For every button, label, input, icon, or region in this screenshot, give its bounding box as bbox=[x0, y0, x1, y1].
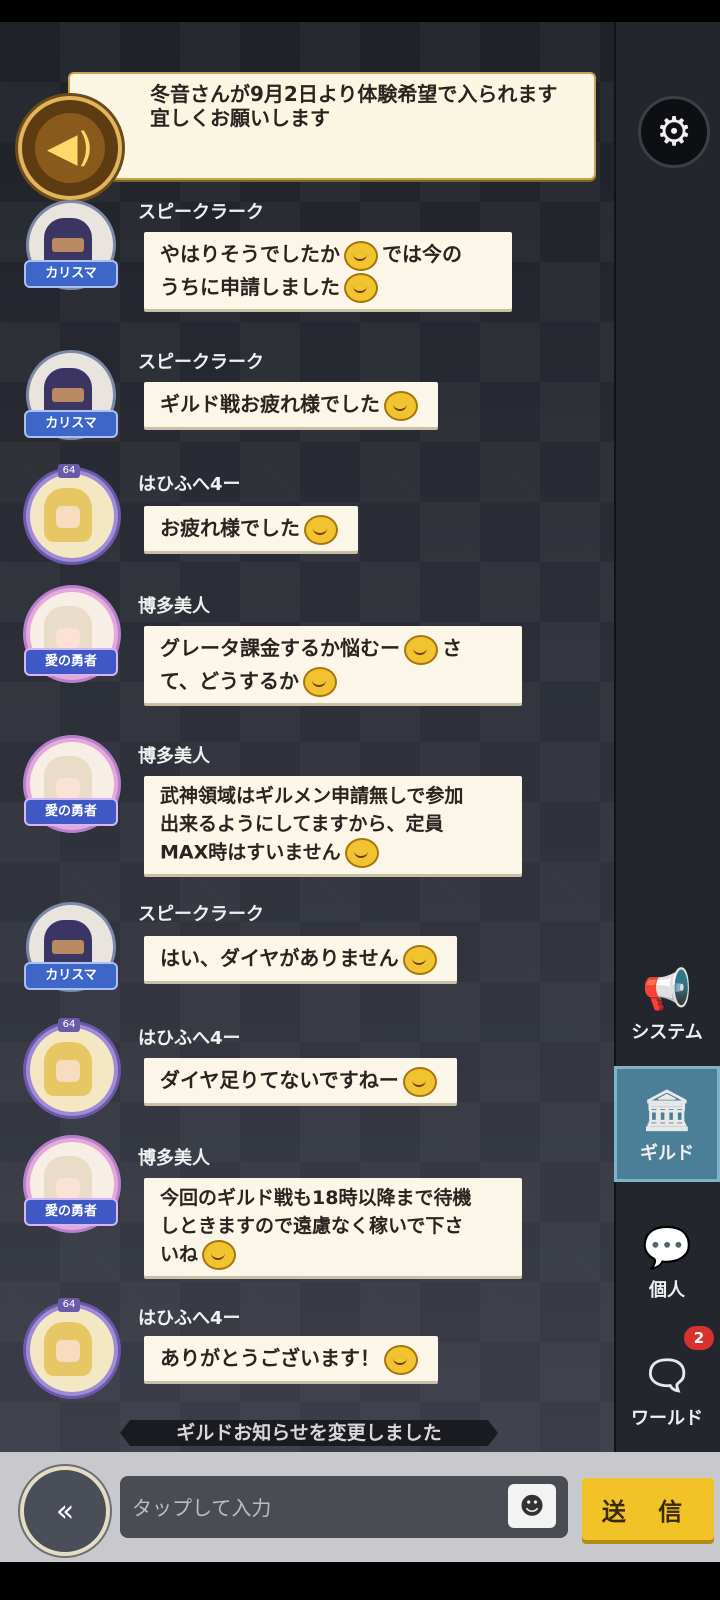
avatar[interactable]: 愛の勇者 bbox=[22, 1138, 118, 1230]
title-badge: 愛の勇者 bbox=[24, 1198, 118, 1226]
message-input[interactable] bbox=[130, 1486, 484, 1530]
message-bubble[interactable]: はい、ダイヤがありません bbox=[144, 936, 457, 981]
avatar-portrait bbox=[44, 1322, 92, 1376]
tab-label: ギルド bbox=[640, 1143, 694, 1164]
sender-name: 博多美人 bbox=[138, 746, 210, 767]
announcement-banner[interactable]: 冬音さんが9月2日より体験希望で入られます宜しくお願いします bbox=[68, 72, 596, 180]
avatar[interactable]: 64 bbox=[22, 1298, 118, 1396]
send-button[interactable]: 送 信 bbox=[582, 1478, 714, 1540]
message-bubble[interactable]: やはりそうでしたか では今の うちに申請しました bbox=[144, 232, 512, 309]
tab-label: システム bbox=[631, 1022, 703, 1043]
level-badge: 64 bbox=[58, 1018, 80, 1032]
message-bubble[interactable]: 武神領域はギルメン申請無しで参加 出来るようにしてますから、定員 MAX時はすい… bbox=[144, 776, 522, 874]
message-text: 出来るようにしてますから、定員 bbox=[160, 813, 444, 835]
dancing-emoji-icon bbox=[384, 390, 418, 421]
grinning-emoji-icon bbox=[304, 514, 338, 545]
laughing-emoji-icon bbox=[344, 273, 378, 303]
tab-label: ワールド bbox=[631, 1408, 703, 1429]
sender-name: はひふへ4ー bbox=[138, 1028, 241, 1049]
tab-label: 個人 bbox=[649, 1280, 685, 1301]
message-text: やはりそうでしたか bbox=[160, 242, 340, 266]
message-bubble[interactable]: お疲れ様でした bbox=[144, 506, 358, 551]
message-bubble[interactable]: ギルド戦お疲れ様でした bbox=[144, 382, 438, 427]
avatar[interactable]: カリスマ bbox=[22, 200, 118, 292]
message-text: では今の bbox=[382, 242, 462, 266]
avatar[interactable]: 64 bbox=[22, 1018, 118, 1116]
smiling-emoji-icon bbox=[344, 240, 378, 271]
guild-building-icon: 🏛 bbox=[641, 1088, 693, 1134]
message-bubble[interactable]: グレータ課金するか悩むー さ て、どうするか bbox=[144, 626, 522, 703]
message-bubble[interactable]: 今回のギルド戦も18時以降まで待機 しときますので遠慮なく稼いで下さ いね bbox=[144, 1178, 522, 1276]
message-text: MAX時はすいません bbox=[160, 841, 341, 864]
sender-name: 博多美人 bbox=[138, 596, 210, 617]
sender-name: スピークラーク bbox=[138, 202, 264, 223]
message-text: ダイヤ足りてないですねー bbox=[160, 1068, 399, 1092]
laughing-emoji-icon bbox=[402, 944, 437, 975]
tab-personal[interactable]: 💬 個人 bbox=[614, 1206, 720, 1322]
message-text: お疲れ様でした bbox=[160, 516, 300, 540]
message-text: うちに申請しました bbox=[160, 274, 340, 299]
message-input-container[interactable] bbox=[120, 1476, 568, 1538]
megaphone-icon: 📢 bbox=[642, 967, 692, 1013]
title-badge: 愛の勇者 bbox=[24, 798, 118, 826]
message-text: ギルド戦お疲れ様でした bbox=[160, 392, 380, 416]
back-arrow-icon[interactable]: « bbox=[20, 1466, 110, 1556]
world-chat-icon: 🗨 bbox=[641, 1353, 693, 1399]
tab-world[interactable]: 🗨 ワールド bbox=[614, 1334, 720, 1450]
speaker-glyph: ◀) bbox=[35, 113, 105, 183]
chat-bubble-icon: 💬 bbox=[642, 1225, 692, 1271]
message-bubble[interactable]: ダイヤ足りてないですねー bbox=[144, 1058, 457, 1103]
level-badge: 64 bbox=[58, 1298, 80, 1312]
sender-name: スピークラーク bbox=[138, 904, 264, 925]
message-bubble[interactable]: ありがとうございます！ bbox=[144, 1336, 438, 1381]
message-text: ありがとうございます！ bbox=[160, 1346, 380, 1370]
grinning-emoji-icon bbox=[384, 1344, 418, 1375]
message-text: て、どうするか bbox=[160, 668, 299, 693]
tab-guild[interactable]: 🏛 ギルド bbox=[614, 1066, 720, 1182]
message-text: 武神領域はギルメン申請無しで参加 bbox=[160, 785, 464, 807]
avatar-portrait bbox=[44, 1042, 92, 1096]
sender-name: はひふへ4ー bbox=[138, 474, 241, 495]
system-nav-bar bbox=[0, 1562, 720, 1600]
message-text: グレータ課金するか悩むー bbox=[160, 636, 400, 660]
announcement-speaker-icon: ◀) bbox=[18, 96, 122, 200]
avatar[interactable]: 愛の勇者 bbox=[22, 738, 118, 830]
announcement-text: 冬音さんが9月2日より体験希望で入られます宜しくお願いします bbox=[150, 82, 558, 130]
avatar-portrait bbox=[44, 488, 92, 542]
level-badge: 64 bbox=[58, 464, 80, 478]
sender-name: スピークラーク bbox=[138, 352, 264, 373]
title-badge: 愛の勇者 bbox=[24, 648, 118, 676]
status-bar bbox=[0, 0, 720, 22]
laughing-emoji-icon bbox=[344, 838, 379, 868]
message-text: しときますので遠慮なく稼いで下さ bbox=[160, 1215, 464, 1237]
avatar[interactable]: 愛の勇者 bbox=[22, 588, 118, 680]
message-text: さ bbox=[442, 636, 462, 660]
title-badge: カリスマ bbox=[24, 962, 118, 990]
emoji-picker-icon[interactable]: ☻ bbox=[508, 1484, 556, 1528]
avatar[interactable]: 64 bbox=[22, 464, 118, 562]
message-text: いね bbox=[160, 1243, 199, 1266]
gear-icon[interactable]: ⚙ bbox=[638, 96, 710, 168]
grinning-emoji-icon bbox=[202, 1240, 237, 1270]
message-text: 今回のギルド戦も18時以降まで待機 bbox=[160, 1187, 472, 1209]
sender-name: はひふへ4ー bbox=[138, 1308, 241, 1329]
message-text: はい、ダイヤがありません bbox=[160, 946, 399, 970]
sighing-emoji-icon bbox=[303, 667, 337, 697]
crying-emoji-icon bbox=[404, 634, 438, 665]
sweating-emoji-icon bbox=[402, 1066, 437, 1097]
tab-system[interactable]: 📢 システム bbox=[614, 948, 720, 1064]
title-badge: カリスマ bbox=[24, 260, 118, 288]
notification-badge: 2 bbox=[684, 1326, 714, 1350]
avatar[interactable]: カリスマ bbox=[22, 350, 118, 442]
system-notice: ギルドお知らせを変更しました bbox=[120, 1420, 498, 1446]
title-badge: カリスマ bbox=[24, 410, 118, 438]
avatar[interactable]: カリスマ bbox=[22, 902, 118, 994]
sender-name: 博多美人 bbox=[138, 1148, 210, 1169]
